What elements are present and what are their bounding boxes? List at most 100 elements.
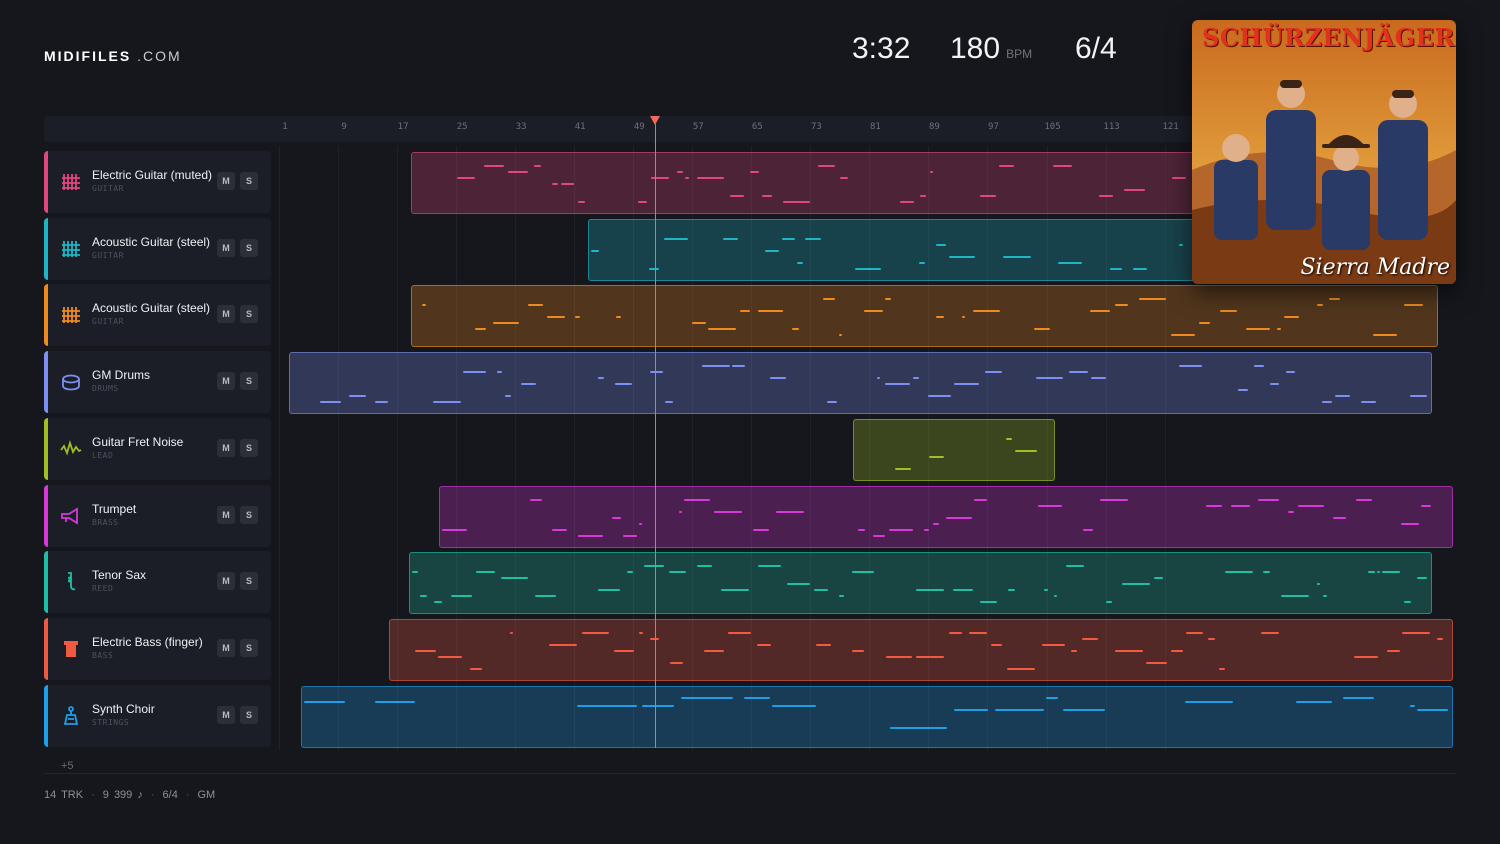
midi-note: [702, 365, 730, 368]
playhead-handle[interactable]: [650, 116, 660, 125]
mute-button[interactable]: M: [217, 572, 235, 591]
track-header[interactable]: Electric Bass (finger) BASS M S: [44, 617, 271, 680]
solo-button[interactable]: S: [240, 438, 258, 457]
solo-button[interactable]: S: [240, 238, 258, 257]
track-color-bar: [44, 617, 48, 680]
midi-note: [1387, 649, 1400, 652]
midi-note: [827, 401, 837, 404]
midi-note: [954, 708, 988, 711]
midi-note: [919, 261, 925, 264]
track-header[interactable]: Acoustic Guitar (steel) GUITAR M S: [44, 284, 271, 347]
midi-note: [552, 528, 567, 531]
track-header[interactable]: Acoustic Guitar (steel) GUITAR M S: [44, 217, 271, 280]
mute-button[interactable]: M: [217, 705, 235, 724]
track-header[interactable]: Guitar Fret Noise LEAD M S: [44, 417, 271, 480]
midi-note: [1110, 267, 1122, 270]
midi-note: [442, 528, 467, 531]
ruler-tick: 73: [810, 122, 822, 132]
track-header[interactable]: GM Drums DRUMS M S: [44, 351, 271, 414]
midi-note: [1179, 243, 1183, 246]
choir-icon: [60, 705, 82, 727]
track-category: BASS: [92, 650, 114, 660]
midi-note: [797, 261, 803, 264]
midi-note: [953, 589, 973, 592]
track-header[interactable]: Synth Choir STRINGS M S: [44, 684, 271, 747]
solo-button[interactable]: S: [240, 172, 258, 190]
solo-button[interactable]: S: [240, 705, 258, 724]
track-header[interactable]: Electric Guitar (muted) GUITAR M S: [44, 151, 271, 213]
track-name: Synth Choir: [92, 701, 155, 716]
midi-note: [949, 255, 975, 258]
midi-note: [704, 649, 724, 652]
midi-note: [615, 383, 632, 386]
midi-note: [1083, 528, 1093, 531]
midi-note: [792, 328, 799, 331]
midi-note: [840, 177, 848, 179]
midi-note: [757, 643, 771, 646]
midi-note: [484, 165, 504, 167]
ruler-tick: 9: [341, 122, 347, 132]
mute-button[interactable]: M: [217, 172, 235, 190]
midi-clip[interactable]: [389, 618, 1453, 681]
mute-button[interactable]: M: [217, 505, 235, 524]
track-header[interactable]: Trumpet BRASS M S: [44, 484, 271, 547]
midi-note: [578, 201, 585, 203]
midi-note: [995, 708, 1044, 711]
solo-button[interactable]: S: [240, 505, 258, 524]
drum-icon: [60, 371, 82, 393]
midi-note: [1417, 708, 1448, 711]
midi-note: [740, 310, 750, 313]
midi-note: [612, 516, 621, 519]
midi-clip[interactable]: [301, 685, 1453, 748]
mute-button[interactable]: M: [217, 638, 235, 657]
midi-note: [1361, 401, 1376, 404]
solo-button[interactable]: S: [240, 305, 258, 324]
solo-button[interactable]: S: [240, 372, 258, 391]
midi-note: [732, 365, 745, 368]
track-category: REED: [92, 584, 114, 594]
note-count: 9 399 ♪: [102, 789, 143, 801]
midi-clip[interactable]: [853, 418, 1055, 481]
midi-note: [1410, 704, 1415, 707]
midi-note: [433, 401, 461, 404]
midi-clip[interactable]: [411, 285, 1438, 348]
midi-note: [1146, 661, 1167, 664]
solo-button[interactable]: S: [240, 638, 258, 657]
midi-note: [1015, 449, 1037, 452]
midi-note: [1277, 328, 1281, 331]
midi-note: [627, 571, 633, 574]
midi-clip[interactable]: [439, 485, 1453, 548]
midi-note: [1115, 304, 1128, 307]
playhead[interactable]: [655, 124, 656, 748]
midi-note: [1263, 571, 1270, 574]
midi-note: [1034, 328, 1050, 331]
solo-button[interactable]: S: [240, 572, 258, 591]
midi-note: [1258, 498, 1279, 501]
midi-note: [1199, 322, 1210, 325]
midi-note: [1206, 504, 1222, 507]
track-count: 14 TRK: [44, 789, 84, 801]
midi-note: [1404, 304, 1423, 307]
mute-button[interactable]: M: [217, 305, 235, 324]
midi-note: [1373, 334, 1397, 337]
mute-button[interactable]: M: [217, 438, 235, 457]
midi-note: [721, 589, 749, 592]
midi-note: [714, 510, 742, 513]
midi-note: [852, 649, 864, 652]
midi-note: [1185, 700, 1233, 703]
midi-clip[interactable]: [409, 552, 1432, 615]
mute-button[interactable]: M: [217, 238, 235, 257]
midi-note: [476, 571, 495, 574]
midi-note: [1099, 195, 1113, 197]
album-title: SCHÜRZENJÄGER: [1202, 23, 1455, 52]
track-header[interactable]: Tenor Sax REED M S: [44, 551, 271, 614]
mute-button[interactable]: M: [217, 372, 235, 391]
midi-clip[interactable]: [289, 352, 1432, 415]
midi-note: [1122, 583, 1150, 586]
midi-note: [1219, 667, 1225, 670]
midi-note: [1417, 577, 1427, 580]
midi-note: [451, 595, 472, 598]
more-tracks-indicator[interactable]: +5: [61, 760, 74, 772]
midi-note: [534, 165, 541, 167]
track-color-bar: [44, 551, 48, 614]
